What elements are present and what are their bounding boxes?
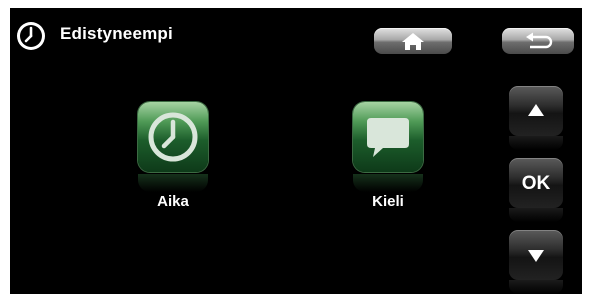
kieli-tile-reflection xyxy=(353,174,423,192)
speech-bubble-icon xyxy=(367,118,409,157)
ok-label: OK xyxy=(521,173,551,194)
home-icon xyxy=(402,33,424,50)
back-button[interactable] xyxy=(502,28,574,54)
up-button[interactable] xyxy=(509,86,563,150)
clock-icon xyxy=(148,112,198,162)
kieli-tile[interactable] xyxy=(353,102,423,172)
kieli-label: Kieli xyxy=(372,193,404,210)
clock-icon xyxy=(17,22,45,50)
page-title: Edistyneempi xyxy=(60,24,173,43)
aika-tile-reflection xyxy=(138,174,208,192)
back-arrow-icon xyxy=(526,32,553,49)
arrow-up-icon xyxy=(528,104,544,116)
aika-tile[interactable] xyxy=(138,102,208,172)
ok-button[interactable]: OK xyxy=(509,158,563,222)
screen: Edistyneempi Aika Kieli OK xyxy=(10,8,582,294)
arrow-down-icon xyxy=(528,250,544,262)
home-button[interactable] xyxy=(374,28,452,54)
down-button[interactable] xyxy=(509,230,563,294)
aika-label: Aika xyxy=(157,193,189,210)
